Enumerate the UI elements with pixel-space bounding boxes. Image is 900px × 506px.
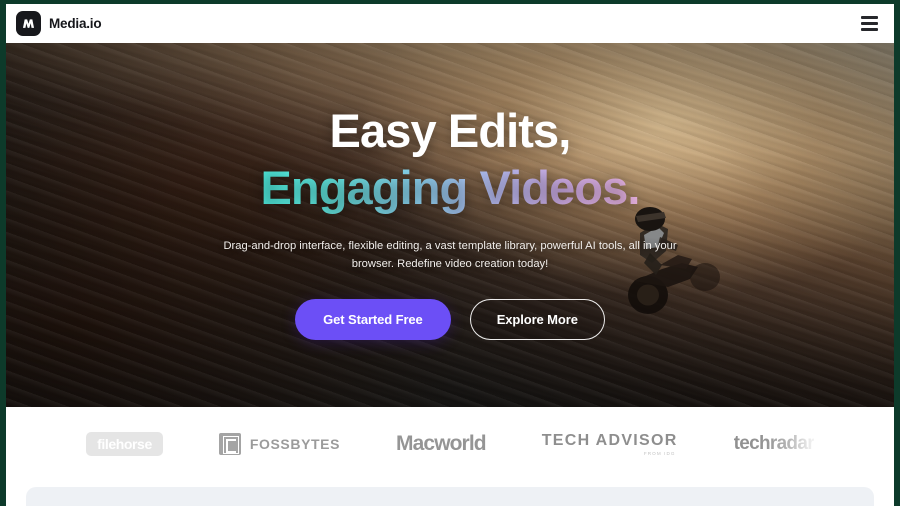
fossbytes-wordmark: FOSSBYTES [249,436,341,452]
press-logo-fossbytes[interactable]: FOSSBYTES [218,433,341,455]
press-logo-filehorse[interactable]: filehorse [86,432,163,456]
media-io-m-mark-icon [16,11,41,36]
tech-advisor-subtext: FROM IDG [643,451,676,456]
site-header: Media.io [6,4,894,43]
brand-name-label: Media.io [49,16,102,31]
techradar-wordmark: techradar [733,433,815,454]
page-viewport: Media.io Easy Edits, Engaging Videos. Dr… [6,4,894,506]
hero-subheadline: Drag-and-drop interface, flexible editin… [223,240,677,270]
hamburger-line [860,28,878,31]
tech-advisor-wordmark: TECH ADVISOR [541,432,678,449]
hero-headline-line-2: Engaging Videos. [260,159,640,216]
press-logo-techradar[interactable]: techradar [733,433,815,455]
press-logo-strip: filehorse FOSSBYTES Macworld TECH ADVISO… [6,407,894,481]
hamburger-line [860,16,878,19]
hero-content: Easy Edits, Engaging Videos. Drag-and-dr… [6,43,894,407]
hero-cta-row: Get Started Free Explore More [295,299,605,341]
hero-headline-line-1: Easy Edits, [329,103,572,157]
get-started-free-button[interactable]: Get Started Free [295,299,451,341]
press-logo-macworld[interactable]: Macworld [396,432,487,456]
brand-logo[interactable]: Media.io [16,11,102,36]
filehorse-wordmark: filehorse [86,432,163,456]
hamburger-line [860,22,878,25]
hero-headline: Easy Edits, Engaging Videos. [260,102,640,217]
fossbytes-mark-icon [218,433,241,455]
press-logo-tech-advisor[interactable]: TECH ADVISOR FROM IDG [542,432,678,456]
hamburger-menu-icon[interactable] [856,13,882,35]
macworld-wordmark: Macworld [396,432,487,455]
next-section-panel [26,487,874,506]
explore-more-button[interactable]: Explore More [469,299,605,341]
browser-frame: Media.io Easy Edits, Engaging Videos. Dr… [0,0,900,506]
hero-section: Easy Edits, Engaging Videos. Drag-and-dr… [6,43,894,407]
